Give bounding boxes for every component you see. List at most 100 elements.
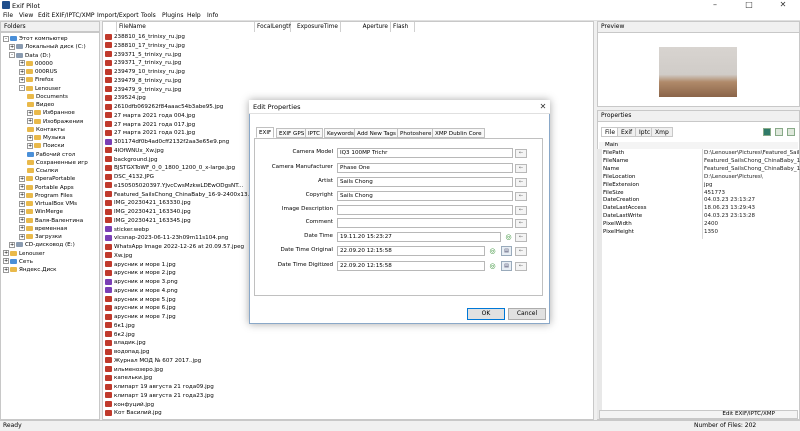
collapse-icon[interactable]: - bbox=[9, 52, 15, 58]
property-value[interactable]: 18.06.23 13:29:43 bbox=[704, 205, 755, 213]
file-row[interactable]: 301174df0b4ad0cff2132f2aa3e65e9.png bbox=[105, 138, 229, 146]
dialog-tab[interactable]: IPTC bbox=[305, 128, 324, 138]
file-row[interactable]: 239479_8_trinixy_ru.jpg bbox=[105, 77, 181, 85]
file-row[interactable]: капельки.jpg bbox=[105, 374, 152, 382]
tab-xmp[interactable]: Xmp bbox=[651, 127, 673, 137]
field-input[interactable]: 22.09.20 12:15:58 bbox=[337, 261, 485, 271]
view-settings-icon[interactable] bbox=[775, 128, 783, 136]
clear-field-icon[interactable]: ← bbox=[515, 191, 527, 201]
menu-import-export[interactable]: Import/Export bbox=[97, 12, 139, 19]
dialog-tab[interactable]: Add New Tags bbox=[354, 128, 399, 138]
file-row[interactable]: e150505020397.YJvcCwsMzkwLDEwODgsNT... bbox=[105, 182, 243, 190]
column-header-icon[interactable] bbox=[103, 22, 117, 32]
folder-tree-item[interactable]: Documents bbox=[27, 93, 68, 101]
folder-tree[interactable]: - Этот компьютер + Локальный диск (C:) - Data… bbox=[0, 32, 100, 420]
clear-field-icon[interactable]: ← bbox=[515, 261, 527, 271]
expand-icon[interactable]: + bbox=[19, 192, 25, 199]
file-row[interactable]: Xw.jpg bbox=[105, 252, 132, 260]
folder-tree-item[interactable]: + WinMerge bbox=[19, 208, 63, 216]
folder-tree-item[interactable]: + Локальный диск (C:) bbox=[9, 43, 86, 51]
file-row[interactable]: клипарт 19 августа 21 года09.jpg bbox=[105, 383, 214, 391]
tab-exif[interactable]: Exif bbox=[617, 127, 637, 137]
clear-field-icon[interactable]: ← bbox=[515, 232, 527, 242]
expand-icon[interactable]: + bbox=[19, 225, 25, 232]
file-row[interactable]: WhatsApp Image 2022-12-26 at 20.09.57.jp… bbox=[105, 243, 244, 251]
file-row[interactable]: vlcsnap-2023-06-11-23h09m11s104.png bbox=[105, 234, 228, 242]
dialog-tab[interactable]: XMP Dublin Core bbox=[432, 128, 485, 138]
file-row[interactable]: водопад.jpg bbox=[105, 348, 149, 356]
folder-tree-item[interactable]: + Валя-Валентина bbox=[19, 217, 83, 225]
file-row[interactable]: арусник и море 1.jpg bbox=[105, 261, 176, 269]
property-value[interactable]: D:\Lenouser\Pictures\Featured_Sail... bbox=[704, 150, 800, 158]
expand-icon[interactable]: + bbox=[27, 142, 33, 149]
folder-tree-item[interactable]: Рабочий стол bbox=[27, 151, 75, 159]
edit-exif-button[interactable]: Edit EXIF/IPTC/XMP bbox=[599, 410, 798, 419]
menu-view[interactable]: View bbox=[19, 12, 33, 19]
folder-tree-item[interactable]: Контакты bbox=[27, 126, 65, 134]
view-list-icon[interactable] bbox=[787, 128, 795, 136]
expand-icon[interactable]: + bbox=[19, 184, 25, 190]
file-row[interactable]: бк2.jpg bbox=[105, 331, 135, 339]
clear-field-icon[interactable]: ← bbox=[515, 148, 527, 158]
collapse-icon[interactable]: - bbox=[3, 35, 9, 42]
file-row[interactable]: IMG_20230421_163340.jpg bbox=[105, 208, 191, 216]
dialog-close-icon[interactable]: ✕ bbox=[537, 100, 549, 114]
folder-tree-item[interactable]: Сохраненные игр bbox=[27, 159, 88, 167]
cancel-button[interactable]: Cancel bbox=[508, 308, 546, 320]
folder-tree-item[interactable]: + Поиски bbox=[27, 142, 64, 150]
property-value[interactable]: Featured_SailsChong_ChinaBaby_1... bbox=[704, 166, 800, 174]
clear-field-icon[interactable]: ← bbox=[515, 218, 527, 228]
folder-tree-item[interactable]: + Загрузки bbox=[19, 233, 62, 241]
close-icon[interactable]: ✕ bbox=[766, 0, 800, 11]
column-header-focallength[interactable]: FocalLength bbox=[255, 22, 292, 32]
dialog-tab[interactable]: EXIF GPS bbox=[276, 128, 308, 138]
menu-edit-exif[interactable]: Edit EXIF/IPTC/XMP bbox=[38, 12, 95, 19]
file-row[interactable]: арусник и море 2.jpg bbox=[105, 269, 176, 277]
folder-tree-item[interactable]: - Lenouser bbox=[19, 85, 61, 93]
folder-tree-item[interactable]: + Избранное bbox=[27, 109, 75, 117]
menu-tools[interactable]: Tools bbox=[141, 12, 156, 19]
field-input[interactable]: Phase One bbox=[337, 163, 513, 173]
column-header-aperture[interactable]: Aperture bbox=[341, 22, 391, 32]
expand-icon[interactable]: + bbox=[27, 109, 33, 116]
folder-tree-item[interactable]: + Program Files bbox=[19, 192, 73, 200]
expand-icon[interactable]: + bbox=[19, 60, 25, 67]
property-value[interactable]: Featured_SailsChong_ChinaBaby_1... bbox=[704, 158, 800, 166]
file-row[interactable]: арусник и море 3.png bbox=[105, 278, 178, 286]
folder-tree-item[interactable]: +000RUS bbox=[19, 68, 57, 76]
folder-tree-item[interactable]: Ссылки bbox=[27, 167, 58, 175]
property-value[interactable]: 04.03.23 23:13:28 bbox=[704, 213, 755, 221]
expand-icon[interactable]: + bbox=[27, 134, 33, 141]
set-current-date-icon[interactable]: ◎ bbox=[503, 232, 514, 242]
expand-icon[interactable]: + bbox=[3, 266, 9, 273]
field-input[interactable]: IQ3 100MP Trichr bbox=[337, 148, 513, 158]
file-row[interactable]: конфуций.jpg bbox=[105, 401, 154, 409]
field-input[interactable] bbox=[337, 218, 513, 228]
folder-tree-item[interactable]: + VirtualBox VMs bbox=[19, 200, 77, 208]
folder-tree-item[interactable]: - Этот компьютер bbox=[3, 35, 68, 43]
folder-tree-item[interactable]: + временная bbox=[19, 225, 67, 233]
file-row[interactable]: 238810_16_trinixy_ru.jpg bbox=[105, 33, 185, 41]
clear-field-icon[interactable]: ← bbox=[515, 177, 527, 187]
file-row[interactable]: 4IOfWNUx_Xw.jpg bbox=[105, 147, 164, 155]
copy-date-icon[interactable]: ▤ bbox=[501, 246, 512, 256]
folder-tree-item[interactable]: + CD-дисковод (E:) bbox=[9, 241, 75, 249]
clear-field-icon[interactable]: ← bbox=[515, 246, 527, 256]
clear-field-icon[interactable]: ← bbox=[515, 205, 527, 215]
menu-file[interactable]: File bbox=[3, 12, 13, 19]
file-row[interactable]: 239371_5_trinixy_ru.jpg bbox=[105, 51, 181, 59]
property-value[interactable]: 2400 bbox=[704, 221, 718, 229]
folder-tree-item[interactable]: + Музыка bbox=[27, 134, 65, 142]
ok-button[interactable]: OK bbox=[467, 308, 505, 320]
file-row[interactable]: арусник и море 7.jpg bbox=[105, 313, 176, 321]
file-row[interactable]: Featured_SailsChong_ChinaBaby_16-9-2400x… bbox=[105, 191, 253, 199]
field-input[interactable]: 19.11.20 15:23:27 bbox=[337, 232, 501, 242]
folder-tree-item[interactable]: - Data (D:) bbox=[9, 52, 51, 60]
expand-icon[interactable]: + bbox=[3, 258, 9, 265]
folder-tree-item[interactable]: Видео bbox=[27, 101, 54, 109]
file-row[interactable]: ильменозеро.jpg bbox=[105, 366, 163, 374]
file-row[interactable]: IMG_20230421_163345.jpg bbox=[105, 217, 191, 225]
expand-icon[interactable]: + bbox=[9, 43, 15, 50]
expand-icon[interactable]: + bbox=[19, 233, 25, 240]
file-row[interactable]: владик.jpg bbox=[105, 339, 146, 347]
